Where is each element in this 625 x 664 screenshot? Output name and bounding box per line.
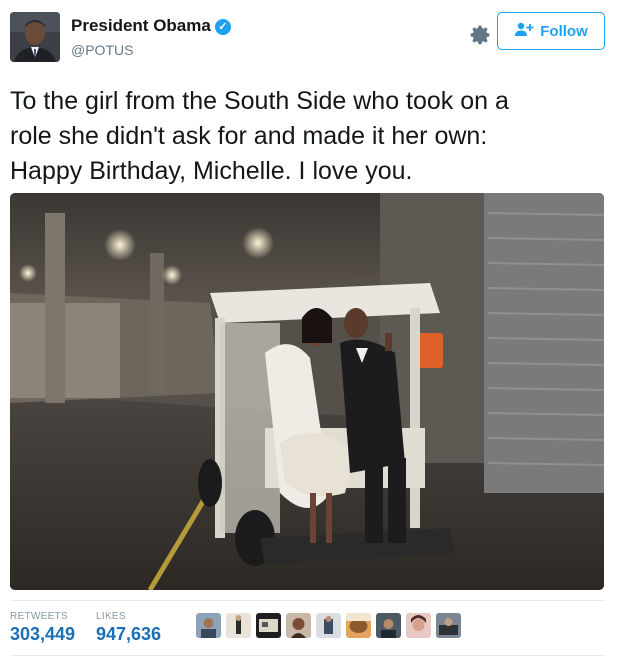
author-handle[interactable]: @POTUS: [71, 42, 133, 58]
likes-stat[interactable]: LIKES 947,636: [96, 611, 161, 645]
author-name[interactable]: President Obama ✓: [71, 16, 231, 36]
follow-label: Follow: [540, 22, 588, 40]
follow-button[interactable]: Follow: [497, 12, 605, 50]
retweets-label: RETWEETS: [10, 611, 68, 622]
liker-avatar[interactable]: [286, 613, 311, 638]
author-name-text[interactable]: President Obama: [71, 16, 211, 35]
liker-avatar[interactable]: [226, 613, 251, 638]
tweet-stats: RETWEETS 303,449 LIKES 947,636: [10, 600, 605, 656]
author-avatar[interactable]: [10, 12, 60, 62]
liker-avatar[interactable]: [346, 613, 371, 638]
tweet-line: Happy Birthday, Michelle. I love you.: [10, 157, 413, 185]
likers-avatars: [196, 613, 461, 638]
liker-avatar[interactable]: [256, 613, 281, 638]
liker-avatar[interactable]: [436, 613, 461, 638]
liker-avatar[interactable]: [406, 613, 431, 638]
tweet-text: To the girl from the South Side who took…: [10, 84, 610, 189]
liker-avatar[interactable]: [316, 613, 341, 638]
tweet-card: President Obama ✓ @POTUS Follow To the gi…: [0, 0, 625, 664]
likes-label: LIKES: [96, 611, 126, 622]
liker-avatar[interactable]: [196, 613, 221, 638]
gear-icon[interactable]: [467, 22, 493, 48]
tweet-photo[interactable]: [10, 193, 604, 590]
tweet-line: role she didn't ask for and made it her …: [10, 122, 488, 150]
verified-badge-icon: ✓: [214, 19, 231, 35]
likes-count: 947,636: [96, 624, 162, 644]
tweet-header: President Obama ✓ @POTUS Follow: [10, 12, 615, 68]
retweets-stat[interactable]: RETWEETS 303,449: [10, 611, 75, 645]
retweets-count: 303,449: [10, 624, 76, 644]
tweet-line: To the girl from the South Side who took…: [10, 87, 509, 115]
add-user-icon: [514, 21, 534, 41]
liker-avatar[interactable]: [376, 613, 401, 638]
